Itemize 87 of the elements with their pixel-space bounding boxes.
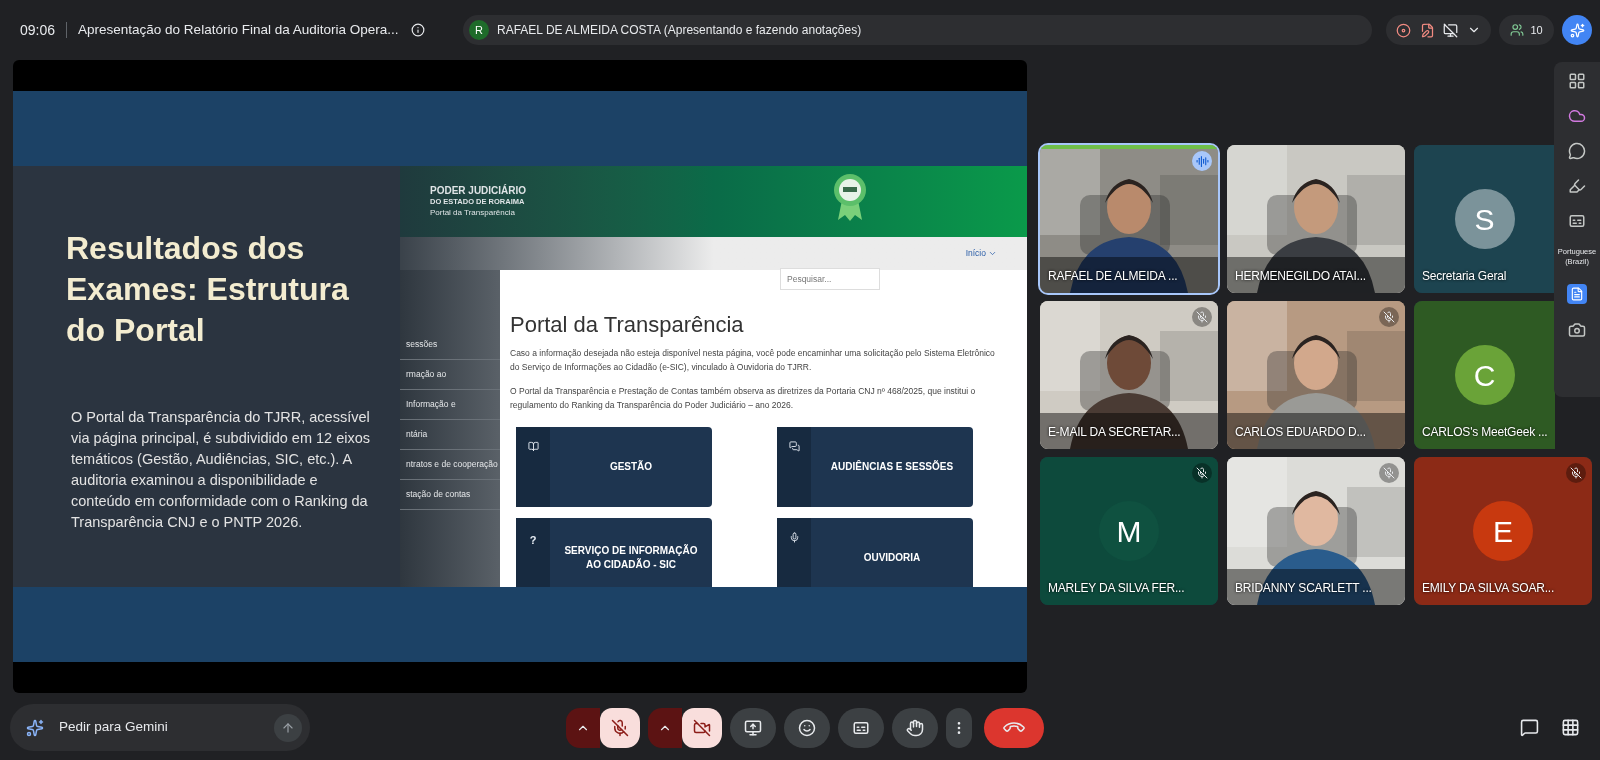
participant-name: CARLOS's MeetGeek ... [1422, 424, 1548, 441]
question-mark: ? [529, 533, 537, 548]
sidebar-link[interactable]: Informação e [400, 390, 500, 420]
participant-name: EMILY DA SILVA SOAR... [1422, 580, 1555, 597]
camera-button[interactable] [682, 707, 722, 748]
participant-tile[interactable]: E EMILY DA SILVA SOAR... [1414, 457, 1592, 605]
sidebar-link[interactable]: rmação ao [400, 360, 500, 390]
avatar-initial: M [1099, 501, 1159, 561]
participant-tile[interactable]: C CARLOS's MeetGeek ... [1414, 301, 1555, 449]
presenter-label: RAFAEL DE ALMEIDA COSTA (Apresentando e fazendo anotações) [497, 22, 862, 39]
smiley-icon [798, 718, 816, 737]
hand-icon [906, 718, 924, 737]
camera-icon[interactable] [1568, 321, 1586, 339]
avatar-initial: C [1454, 345, 1515, 405]
apps-grid-icon[interactable] [1561, 718, 1580, 737]
reactions-button[interactable] [784, 707, 830, 748]
more-options-button[interactable] [946, 707, 972, 748]
gemini-button[interactable] [1562, 15, 1592, 45]
arrow-up-icon [281, 720, 295, 735]
leave-call-button[interactable] [984, 707, 1044, 748]
people-icon [1510, 23, 1525, 37]
page-paragraph: Caso a informação desejada não esteja disponível nesta página, você pode encaminhar uma solicitação pelo Sistema Eletrônico do Serviço de Informações ao Cidadão (e-SIC), vinculado à Ouvidoria do TJRR. [510, 347, 995, 374]
mic-off-icon [611, 718, 629, 737]
participant-name: CARLOS EDUARDO D... [1235, 424, 1366, 441]
chat-icon[interactable] [1520, 718, 1539, 737]
participant-tile[interactable]: E-MAIL DA SECRETAR... [1040, 301, 1218, 449]
microphone-icon [788, 532, 800, 543]
page-heading: Portal da Transparência [510, 311, 745, 339]
document-button[interactable] [1567, 284, 1587, 304]
participant-name: Secretaria Geral [1422, 268, 1507, 285]
slide-body: O Portal da Transparência do TJRR, acessível via página principal, é subdividido em 12 eixos temáticos (Gestão, Audiências, SIC, etc.). A auditoria examinou a disponibilidade e conteúdo em conformidade com o Ranking da Transparência CNJ e o PNTP 2026. [71, 408, 371, 532]
chat-bubble-icon[interactable] [1568, 142, 1586, 160]
present-screen-icon [744, 718, 762, 737]
participant-name: MARLEY DA SILVA FER... [1048, 580, 1185, 597]
info-icon[interactable] [410, 23, 425, 37]
document-icon [1570, 287, 1584, 301]
sparkle-icon [1569, 22, 1585, 38]
notes-icon[interactable] [1419, 22, 1435, 38]
seal-badge-icon [832, 172, 868, 222]
participant-tile[interactable]: S Secretaria Geral [1414, 145, 1555, 293]
captions-button[interactable] [838, 707, 884, 748]
participant-tile[interactable]: BRIDANNY SCARLETT ... [1227, 457, 1405, 605]
highlighter-icon[interactable] [1568, 177, 1586, 195]
camera-off-icon [693, 718, 711, 737]
meeting-title: Apresentação do Relatório Final da Auditoria Opera... [78, 20, 399, 39]
avatar-initial: S [1454, 189, 1515, 249]
sidebar-link[interactable]: sessões [400, 330, 500, 360]
captions-icon[interactable] [1568, 212, 1586, 230]
slide-title: Resultados dos Exames: Estrutura do Portal [66, 229, 350, 350]
presenter-avatar: R [469, 20, 489, 40]
category-card[interactable]: OUVIDORIA [777, 518, 973, 587]
present-button[interactable] [730, 707, 776, 748]
caret-icon [988, 249, 997, 258]
logo-text: PODER JUDICIÁRIO [430, 185, 527, 196]
participant-name: RAFAEL DE ALMEIDA ... [1048, 268, 1178, 285]
nav-link[interactable]: Início [965, 247, 997, 260]
participant-name: HERMENEGILDO ATAI... [1235, 268, 1366, 285]
avatar-initial: E [1473, 501, 1533, 561]
sparkle-icon [26, 718, 44, 737]
chat-icon [788, 441, 800, 452]
microphone-button[interactable] [600, 707, 640, 748]
logo-text: Portal da Transparência [430, 207, 516, 218]
sidebar-link[interactable]: stação de contas [400, 480, 500, 510]
gemini-prompt-field[interactable]: Pedir para Gemini [10, 704, 310, 751]
search-field[interactable]: Pesquisar... [780, 268, 880, 290]
cloud-icon[interactable] [1568, 107, 1586, 125]
recording-icon[interactable] [1396, 22, 1412, 38]
category-card[interactable]: ? SERVIÇO DE INFORMAÇÃO AO CIDADÃO - SIC [516, 518, 712, 587]
send-button[interactable] [274, 713, 302, 742]
raise-hand-button[interactable] [892, 707, 938, 748]
category-card[interactable]: GESTÃO [516, 427, 712, 507]
screen-off-icon[interactable] [1443, 22, 1459, 38]
participants-button[interactable]: 10 [1499, 15, 1554, 45]
page-paragraph: O Portal da Transparência e Prestação de Contas também observa as diretrizes da Portaria CNJ nº 468/2025, que institui o regulamento do Ranking da Transparência do Poder Judiciário – ano 2026. [510, 385, 977, 412]
participant-name: BRIDANNY SCARLETT ... [1235, 580, 1372, 597]
sidebar-link[interactable]: ntratos e de cooperação [400, 450, 500, 480]
participant-tile[interactable]: RAFAEL DE ALMEIDA ... [1040, 145, 1218, 293]
participant-tile[interactable]: CARLOS EDUARDO D... [1227, 301, 1405, 449]
participant-name: E-MAIL DA SECRETAR... [1048, 424, 1181, 441]
apps-icon[interactable] [1568, 72, 1586, 90]
sidebar-link[interactable]: ntária [400, 420, 500, 450]
meeting-time: 09:06 [20, 20, 56, 40]
participant-tile[interactable]: M MARLEY DA SILVA FER... [1040, 457, 1218, 605]
book-icon [527, 441, 539, 452]
category-card[interactable]: AUDIÊNCIAS E SESSÕES [777, 427, 973, 507]
presenter-banner[interactable]: R RAFAEL DE ALMEIDA COSTA (Apresentando e fazendo anotações) [463, 15, 1372, 45]
participant-tile[interactable]: HERMENEGILDO ATAI... [1227, 145, 1405, 293]
